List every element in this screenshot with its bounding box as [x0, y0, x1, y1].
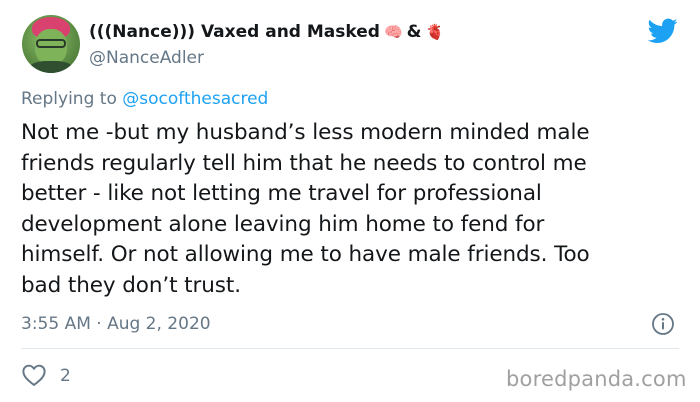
- info-icon[interactable]: [651, 312, 675, 336]
- replying-prefix: Replying to: [21, 89, 117, 109]
- like-count: 2: [60, 366, 71, 386]
- tweet-line: himself. Or not allowing me to have male…: [21, 242, 590, 267]
- heart-icon[interactable]: [21, 363, 47, 387]
- avatar[interactable]: [22, 15, 80, 73]
- tweet-line: better - like not letting me travel for …: [21, 181, 542, 206]
- name-separator: &: [406, 22, 422, 42]
- tweet-line: Not me -but my husband’s less modern min…: [21, 120, 590, 145]
- watermark: boredpanda.com: [506, 367, 687, 391]
- tweet-line: bad they don’t trust.: [21, 272, 241, 298]
- brain-emoji: 🧠: [383, 22, 403, 41]
- display-name[interactable]: (((Nance))) Vaxed and Masked 🧠 & 🫀: [89, 21, 444, 43]
- tweet-line: friends regularly tell him that he needs…: [21, 150, 587, 176]
- replying-to: Replying to @socofthesacred: [21, 88, 268, 110]
- display-name-text: (((Nance))) Vaxed and Masked: [89, 22, 380, 42]
- divider: [21, 348, 679, 349]
- tweet-text: Not me -but my husband’s less modern min…: [21, 118, 686, 301]
- tweet-timestamp[interactable]: 3:55 AM · Aug 2, 2020: [21, 313, 211, 335]
- heart-emoji: 🫀: [425, 22, 445, 41]
- avatar-glasses: [36, 39, 66, 48]
- tweet-line: development alone leaving him home to fe…: [21, 211, 545, 237]
- reply-mention-link[interactable]: @socofthesacred: [122, 89, 268, 109]
- twitter-bird-icon[interactable]: [648, 18, 678, 44]
- user-handle[interactable]: @NanceAdler: [89, 47, 204, 69]
- avatar-body: [28, 61, 74, 73]
